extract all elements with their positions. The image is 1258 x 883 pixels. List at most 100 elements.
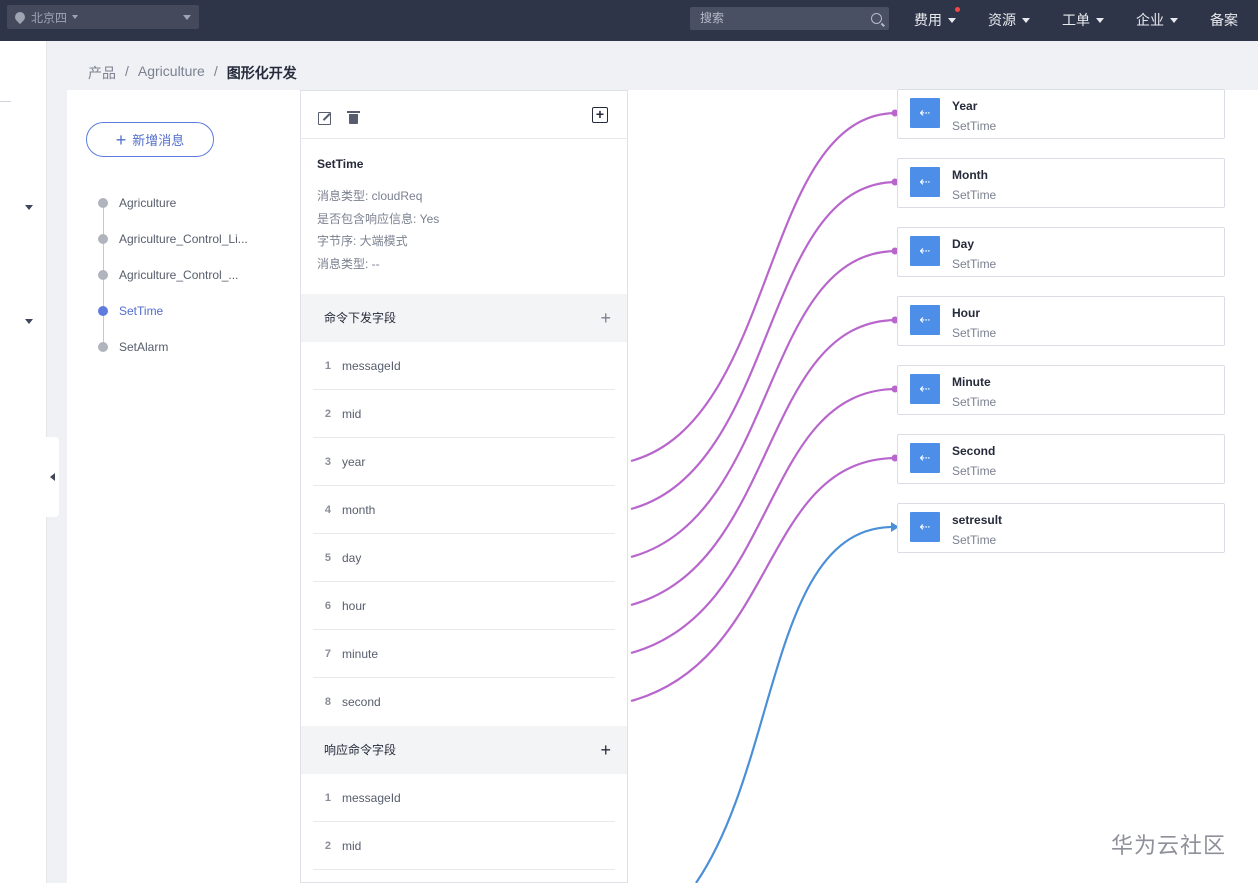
search-icon[interactable] [871,13,882,24]
region-label: 北京四 [31,10,68,25]
card-subtitle: SetTime [952,464,997,478]
field-card-hour[interactable]: ⇠ Hour SetTime [897,296,1225,346]
add-message-button[interactable]: + 新增消息 [86,122,214,157]
trash-icon[interactable] [347,111,360,124]
message-info: SetTime 消息类型: cloudReq 是否包含响应信息: Yes 字节序… [301,139,627,294]
node-bullet-icon [98,234,108,244]
sidebar-collapse-button[interactable] [46,437,59,517]
dropdown-arrow-icon[interactable] [183,15,191,20]
node-bullet-icon [98,342,108,352]
field-index: 5 [324,551,331,564]
node-bullet-icon [98,306,108,316]
nav-tickets[interactable]: 工单 [1062,10,1104,30]
input-field-icon: ⇠ [910,512,940,542]
add-box-icon[interactable]: + [592,107,608,123]
field-card-day[interactable]: ⇠ Day SetTime [897,227,1225,277]
chevron-down-icon [72,15,79,19]
tree-node-control-other[interactable]: Agriculture_Control_... [98,268,238,282]
chevron-down-icon [1022,17,1030,23]
search-placeholder: 搜索 [700,11,725,25]
input-field-icon: ⇠ [910,167,940,197]
field-card-setresult[interactable]: ⇠ setresult SetTime [897,503,1225,553]
field-name: year [342,454,366,469]
nav-enterprise-label: 企业 [1136,12,1164,28]
card-name: Year [952,99,978,113]
field-index: 2 [324,839,331,852]
chevron-down-icon [1096,17,1104,23]
field-card-second[interactable]: ⇠ Second SetTime [897,434,1225,484]
add-message-label: 新增消息 [132,133,185,148]
tree-node-settime[interactable]: SetTime [98,304,163,318]
tree-node-setalarm[interactable]: SetAlarm [98,340,168,354]
nav-resources[interactable]: 资源 [988,10,1030,30]
field-name: day [342,550,362,565]
field-row[interactable]: 6 hour [313,582,615,630]
card-name: Day [952,237,975,251]
tree-node-control-light[interactable]: Agriculture_Control_Li... [98,232,248,246]
field-name: messageId [342,358,401,373]
tree-node-label: SetAlarm [119,340,169,354]
section-title: 命令下发字段 [324,311,397,325]
tree-node-label: Agriculture_Control_... [119,268,239,282]
field-row[interactable]: 3 year [313,438,615,486]
breadcrumb-current: 图形化开发 [226,65,297,81]
field-row[interactable]: 7 minute [313,630,615,678]
section-title: 响应命令字段 [324,743,397,757]
location-pin-icon [12,9,28,25]
expand-arrow-icon[interactable] [25,205,33,210]
breadcrumb-separator: / [125,63,129,79]
tree-node-agriculture[interactable]: Agriculture [98,196,176,210]
field-row[interactable]: 1 messageId [313,774,615,822]
side-menu-strip [0,41,47,883]
nav-resources-label: 资源 [988,12,1016,28]
field-row[interactable]: 5 day [313,534,615,582]
add-field-icon[interactable]: + [600,294,611,342]
field-card-year[interactable]: ⇠ Year SetTime [897,89,1225,139]
card-name: Hour [952,306,980,320]
breadcrumb-separator: / [213,63,218,79]
field-name: second [342,695,381,709]
field-index: 3 [324,455,331,468]
search-input[interactable]: 搜索 [690,7,889,30]
card-subtitle: SetTime [952,326,997,340]
nav-filing[interactable]: 备案 [1210,10,1238,30]
input-field-icon: ⇠ [910,305,940,335]
message-type-secondary: 消息类型: -- [317,256,380,271]
add-field-icon[interactable]: + [600,726,611,774]
edit-icon[interactable] [318,112,331,125]
field-row[interactable]: 1 messageId [313,342,615,390]
breadcrumb-agriculture[interactable]: Agriculture [138,63,205,83]
card-subtitle: SetTime [952,257,997,271]
field-row[interactable]: 2 mid [313,822,615,870]
field-card-minute[interactable]: ⇠ Minute SetTime [897,365,1225,415]
main-canvas [67,90,1258,883]
field-index: 6 [324,599,331,612]
card-subtitle: SetTime [952,533,997,547]
nav-fees[interactable]: 费用 [914,7,960,30]
chevron-left-icon [50,473,55,481]
field-row[interactable]: 2 mid [313,390,615,438]
plus-icon: + [115,129,127,150]
card-name: Second [952,444,996,458]
chevron-down-icon [948,17,956,23]
input-field-icon: ⇠ [910,443,940,473]
nav-enterprise[interactable]: 企业 [1136,10,1178,30]
input-field-icon: ⇠ [910,98,940,128]
field-row[interactable]: 8 second [313,678,615,726]
nav-filing-label: 备案 [1210,12,1238,28]
field-name: hour [342,598,367,613]
message-has-response: 是否包含响应信息: Yes [317,211,440,226]
card-subtitle: SetTime [952,395,997,409]
tree-node-label: SetTime [119,304,164,318]
field-name: minute [342,646,379,661]
nav-tickets-label: 工单 [1062,12,1090,28]
input-field-icon: ⇠ [910,374,940,404]
expand-arrow-icon[interactable] [25,319,33,324]
field-row[interactable]: 4 month [313,486,615,534]
field-index: 2 [324,407,331,420]
field-card-month[interactable]: ⇠ Month SetTime [897,158,1225,208]
breadcrumb-products[interactable]: 产品 [88,63,116,83]
node-bullet-icon [98,270,108,280]
region-selector[interactable]: 北京四 [7,5,199,29]
field-index: 4 [324,503,331,516]
